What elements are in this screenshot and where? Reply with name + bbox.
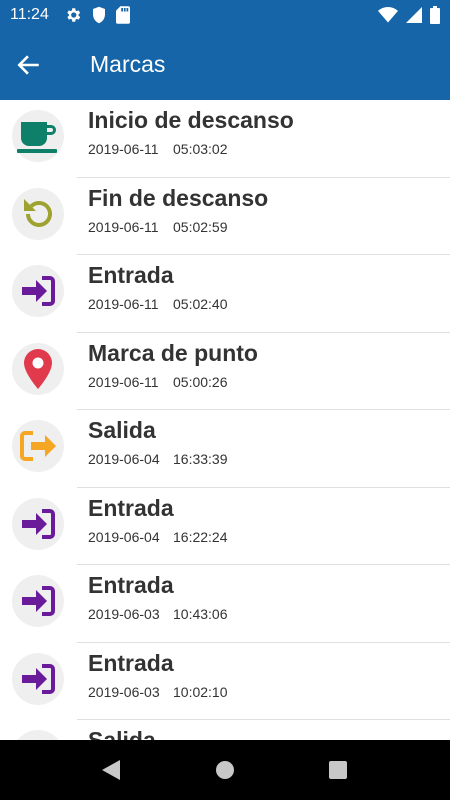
status-bar: 11:24 <box>0 0 450 30</box>
nav-recents-button[interactable] <box>327 758 351 782</box>
mark-date: 2019-06-11 <box>88 141 159 157</box>
mark-date: 2019-06-11 <box>88 373 159 390</box>
back-triangle-icon <box>100 760 122 786</box>
mark-time: 16:33:39 <box>173 451 228 467</box>
wifi-icon <box>378 7 398 27</box>
recents-square-icon <box>327 761 349 786</box>
mark-title: Salida <box>88 417 156 443</box>
mark-time: 10:43:06 <box>173 606 228 622</box>
login-icon <box>12 265 64 317</box>
list-item[interactable]: Entrada 2019-06-03 10:02:10 <box>0 643 450 720</box>
mark-date: 2019-06-03 <box>88 683 160 700</box>
nav-home-button[interactable] <box>214 758 238 782</box>
app-bar: Marcas <box>0 30 450 100</box>
mark-date: 2019-06-11 <box>88 296 159 312</box>
mark-title: Salida <box>88 727 156 740</box>
login-icon <box>12 497 64 550</box>
mark-title: Entrada <box>88 262 174 288</box>
battery-icon <box>430 6 440 28</box>
status-time: 11:24 <box>10 6 49 23</box>
logout-icon <box>12 730 64 740</box>
page-title: Marcas <box>90 51 166 77</box>
shield-icon <box>91 6 107 28</box>
mark-date: 2019-06-04 <box>88 528 160 545</box>
back-button[interactable] <box>16 50 52 80</box>
list-item[interactable]: Salida <box>0 720 450 740</box>
arrow-back-icon <box>16 55 42 82</box>
home-circle-icon <box>214 761 236 786</box>
mark-time: 05:02:40 <box>173 296 228 312</box>
system-nav-bar <box>0 740 450 800</box>
mark-title: Marca de punto <box>88 339 258 366</box>
gear-icon <box>64 6 82 28</box>
mark-time: 05:03:02 <box>173 141 228 157</box>
mark-time: 10:02:10 <box>173 683 228 700</box>
coffee-cup-icon <box>12 110 64 162</box>
undo-icon <box>12 187 64 240</box>
mark-title: Inicio de descanso <box>88 107 294 133</box>
map-pin-icon <box>12 342 64 395</box>
list-item[interactable]: Entrada 2019-06-11 05:02:40 <box>0 255 450 333</box>
list-item[interactable]: Entrada 2019-06-04 16:22:24 <box>0 488 450 565</box>
nav-back-button[interactable] <box>100 758 124 782</box>
mark-title: Entrada <box>88 494 174 521</box>
mark-date: 2019-06-11 <box>88 218 159 235</box>
mark-time: 16:22:24 <box>173 528 228 545</box>
mark-time: 05:02:59 <box>173 218 228 235</box>
list-item[interactable]: Entrada 2019-06-03 10:43:06 <box>0 565 450 643</box>
mark-title: Fin de descanso <box>88 184 269 211</box>
marks-list[interactable]: Inicio de descanso 2019-06-11 05:03:02 F… <box>0 100 450 740</box>
list-item[interactable]: Fin de descanso 2019-06-11 05:02:59 <box>0 178 450 255</box>
sd-card-icon <box>116 6 130 28</box>
list-item[interactable]: Salida 2019-06-04 16:33:39 <box>0 410 450 488</box>
mark-date: 2019-06-04 <box>88 451 160 467</box>
list-item[interactable]: Inicio de descanso 2019-06-11 05:03:02 <box>0 100 450 178</box>
signal-icon <box>406 7 422 27</box>
mark-date: 2019-06-03 <box>88 606 160 622</box>
logout-icon <box>12 420 64 472</box>
login-icon <box>12 652 64 705</box>
list-item[interactable]: Marca de punto 2019-06-11 05:00:26 <box>0 333 450 410</box>
mark-title: Entrada <box>88 649 174 676</box>
mark-title: Entrada <box>88 572 174 598</box>
mark-time: 05:00:26 <box>173 373 228 390</box>
login-icon <box>12 575 64 627</box>
